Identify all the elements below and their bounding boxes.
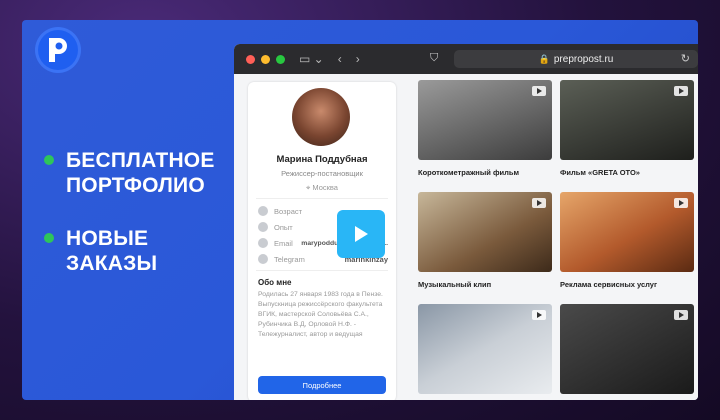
video-thumbnail[interactable]: [418, 192, 552, 272]
email-icon: [258, 238, 268, 248]
promo-bullets: БЕСПЛАТНОЕ ПОРТФОЛИО НОВЫЕ ЗАКАЗЫ: [44, 148, 216, 304]
field-label: Опыт: [274, 222, 293, 232]
video-tile[interactable]: [560, 304, 694, 400]
youtube-play-icon[interactable]: [532, 198, 546, 208]
green-dot-icon: [44, 155, 54, 165]
bullet-orders: НОВЫЕ ЗАКАЗЫ: [44, 226, 216, 276]
brand-logo: [38, 30, 78, 70]
video-thumbnail[interactable]: [560, 80, 694, 160]
youtube-play-icon[interactable]: [532, 310, 546, 320]
bullet-text: НОВЫЕ ЗАКАЗЫ: [66, 227, 158, 275]
location-pin-icon: ⌖: [306, 183, 311, 192]
profile-role: Режиссер-постановщик: [281, 169, 363, 178]
maximize-window-button[interactable]: [276, 54, 285, 64]
field-label: Email: [274, 238, 293, 248]
logo-p-icon: [49, 38, 67, 62]
youtube-play-icon[interactable]: [674, 198, 688, 208]
browser-window: ▭ ⌄ ‹ › ⛉ 🔒 prepropost.ru ↻ Марина Подду…: [234, 44, 698, 400]
video-caption: Реклама сервисных услуг: [560, 280, 658, 289]
play-icon: [355, 226, 368, 242]
profile-name: Марина Поддубная: [276, 154, 368, 165]
video-caption: Музыкальный клип: [418, 280, 492, 289]
back-arrow-icon[interactable]: ‹: [338, 52, 342, 66]
sidebar-toggle-icon[interactable]: ▭ ⌄: [299, 52, 324, 66]
about-text: Родилась 27 января 1983 года в Пензе. Вы…: [258, 291, 383, 338]
video-tile[interactable]: Реклама сервисных услуг: [560, 192, 694, 289]
green-dot-icon: [44, 233, 54, 243]
reload-icon[interactable]: ↻: [681, 52, 690, 65]
video-caption: Короткометражный фильм: [418, 168, 520, 177]
video-thumbnail[interactable]: [418, 304, 552, 394]
briefcase-icon: [258, 222, 268, 232]
browser-titlebar: ▭ ⌄ ‹ › ⛉ 🔒 prepropost.ru ↻: [234, 44, 698, 74]
video-tile[interactable]: [418, 304, 552, 400]
field-label: Telegram: [274, 254, 305, 264]
youtube-play-icon[interactable]: [674, 86, 688, 96]
address-bar[interactable]: 🔒 prepropost.ru ↻: [454, 50, 698, 68]
shield-icon[interactable]: ⛉: [430, 52, 438, 65]
video-tile[interactable]: Музыкальный клип: [418, 192, 552, 289]
avatar: [292, 88, 350, 146]
divider: [256, 198, 388, 199]
forward-arrow-icon[interactable]: ›: [356, 52, 360, 66]
youtube-play-icon[interactable]: [674, 310, 688, 320]
telegram-icon: [258, 254, 268, 264]
bullet-text: БЕСПЛАТНОЕ ПОРТФОЛИО: [66, 149, 215, 197]
video-thumbnail[interactable]: [560, 192, 694, 272]
page-content: Марина Поддубная Режиссер-постановщик ⌖ …: [234, 74, 698, 400]
field-label: Возраст: [274, 206, 303, 216]
lock-icon: 🔒: [538, 53, 550, 64]
more-button[interactable]: Подробнее: [258, 376, 386, 394]
video-tile[interactable]: Короткометражный фильм: [418, 80, 552, 177]
video-caption: Фильм «GRETA OTO»: [560, 168, 640, 177]
bullet-portfolio: БЕСПЛАТНОЕ ПОРТФОЛИО: [44, 148, 216, 198]
minimize-window-button[interactable]: [261, 54, 270, 64]
youtube-play-icon[interactable]: [532, 86, 546, 96]
video-thumbnail[interactable]: [418, 80, 552, 160]
promo-card: БЕСПЛАТНОЕ ПОРТФОЛИО НОВЫЕ ЗАКАЗЫ ▭ ⌄ ‹ …: [22, 20, 698, 400]
outer-frame: БЕСПЛАТНОЕ ПОРТФОЛИО НОВЫЕ ЗАКАЗЫ ▭ ⌄ ‹ …: [0, 0, 720, 420]
about-title: Обо мне: [258, 278, 292, 287]
video-thumbnail[interactable]: [560, 304, 694, 394]
url-text: prepropost.ru: [553, 53, 614, 65]
city-text: Москва: [312, 183, 338, 192]
close-window-button[interactable]: [246, 54, 255, 64]
divider: [256, 270, 388, 271]
user-icon: [258, 206, 268, 216]
video-tile[interactable]: Фильм «GRETA OTO»: [560, 80, 694, 177]
play-button[interactable]: [337, 210, 385, 258]
profile-city: ⌖ Москва: [248, 183, 396, 193]
